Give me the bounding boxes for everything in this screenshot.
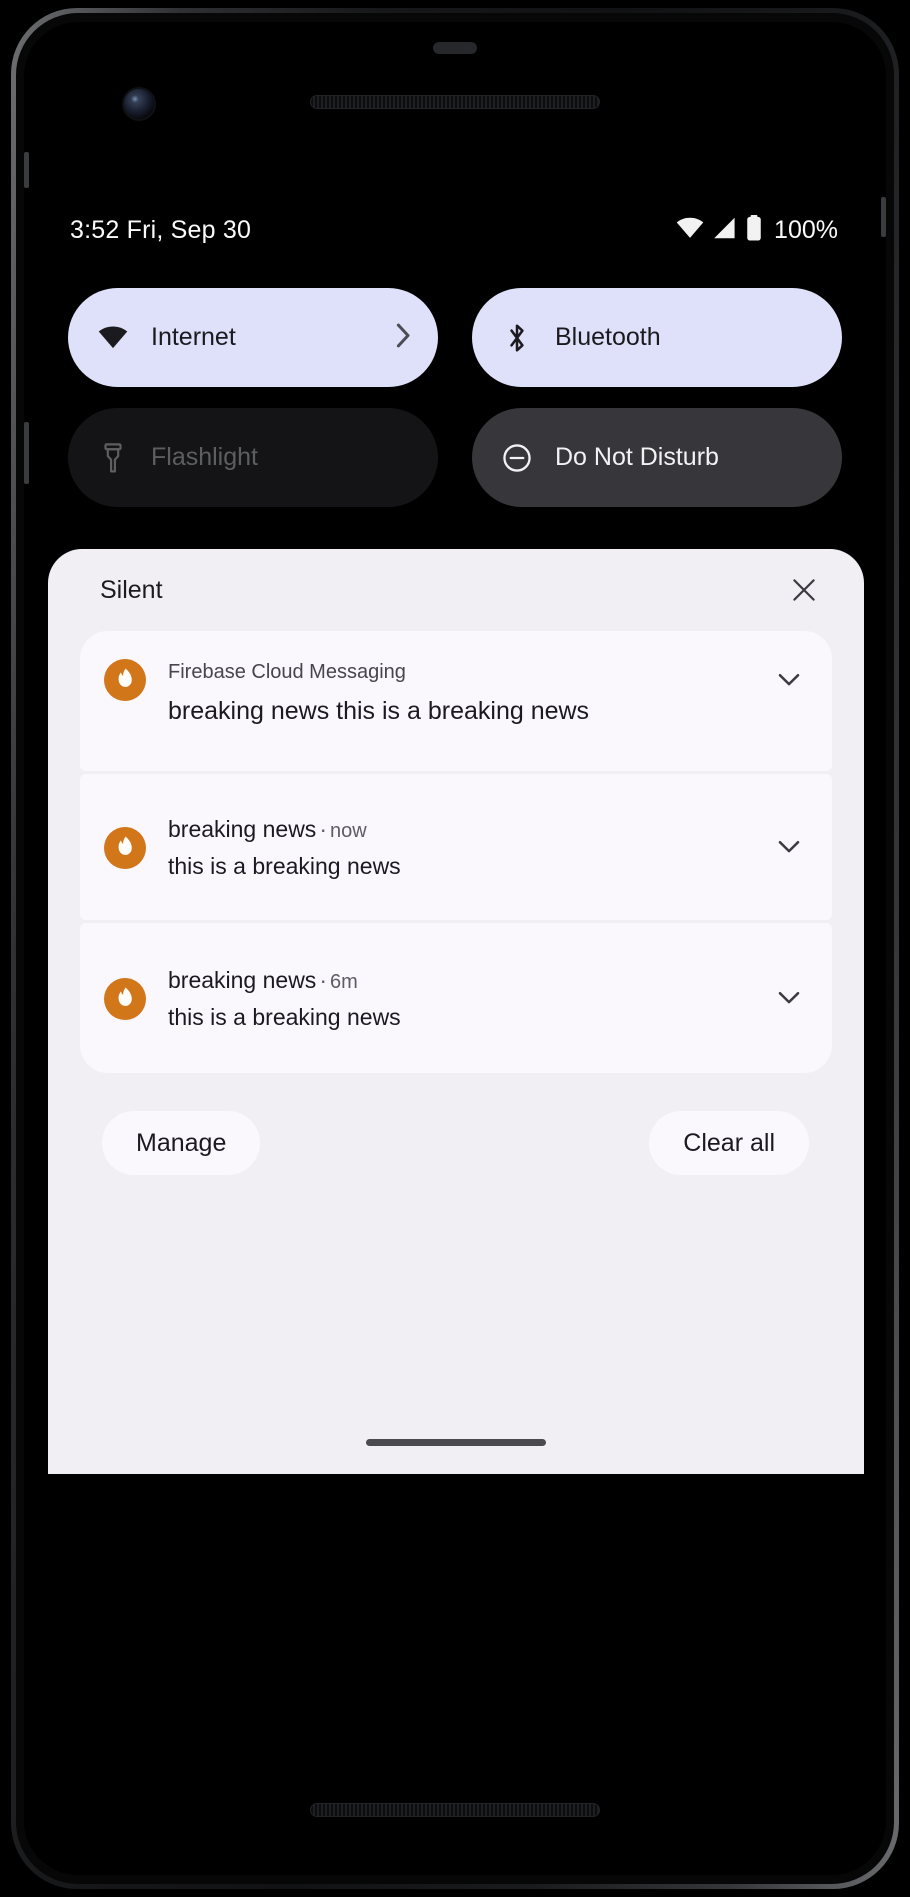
chevron-right-icon[interactable] xyxy=(396,322,412,353)
phone-bezel: 3:52 Fri, Sep 30 100% Internet Bluetooth… xyxy=(16,13,894,1884)
qs-tile-label-flashlight: Flashlight xyxy=(151,443,258,471)
notification-title-row: breaking news · now xyxy=(168,812,762,848)
notification-text: breaking news this is a breaking news xyxy=(168,697,590,725)
shade-header: Silent xyxy=(48,549,864,631)
status-bar-clock: 3:52 Fri, Sep 30 xyxy=(70,215,252,244)
notification-title-row: breaking news · 6m xyxy=(168,963,762,999)
close-icon[interactable] xyxy=(782,568,826,612)
battery-icon xyxy=(746,214,762,246)
wifi-icon xyxy=(98,323,128,353)
notification-shade-panel: Silent Firebase Cloud Messaging breaking… xyxy=(48,549,864,1474)
qs-tile-bluetooth[interactable]: Bluetooth xyxy=(472,288,842,387)
manage-button[interactable]: Manage xyxy=(102,1111,261,1175)
notification-time: now xyxy=(329,819,367,842)
notification-row-breaking-news-now[interactable]: breaking news · now this is a breaking new… xyxy=(80,774,832,920)
phone-screen: 3:52 Fri, Sep 30 100% Internet Bluetooth… xyxy=(24,22,886,1875)
bottom-speaker-grille xyxy=(310,1803,600,1817)
notification-content: breaking news · 6m this is a breaking news xyxy=(168,963,810,1034)
status-bar: 3:52 Fri, Sep 30 100% xyxy=(24,202,886,258)
notification-title: breaking news xyxy=(168,966,317,993)
signal-icon xyxy=(713,217,737,244)
top-speaker-notch xyxy=(433,42,477,54)
qs-tile-label-bluetooth: Bluetooth xyxy=(555,323,661,351)
clear-all-button[interactable]: Clear all xyxy=(649,1111,809,1175)
notification-text: this is a breaking news xyxy=(168,1003,401,1030)
phone-frame: 3:52 Fri, Sep 30 100% Internet Bluetooth… xyxy=(11,8,899,1889)
shade-action-buttons: Manage Clear all xyxy=(48,1073,864,1175)
qs-tile-label-internet: Internet xyxy=(151,323,236,351)
notification-separator: · xyxy=(319,815,327,842)
flashlight-icon xyxy=(98,442,128,473)
bluetooth-icon xyxy=(502,323,532,353)
notification-title: breaking news xyxy=(168,815,317,842)
qs-tile-label-do-not-disturb: Do Not Disturb xyxy=(555,443,719,471)
front-camera-icon xyxy=(122,87,156,121)
firebase-flame-icon xyxy=(104,659,146,701)
notification-app-name: Firebase Cloud Messaging xyxy=(168,661,406,683)
notification-list: Firebase Cloud Messaging breaking news t… xyxy=(48,631,864,1073)
notification-row-breaking-news-6m[interactable]: breaking news · 6m this is a breaking news xyxy=(80,923,832,1073)
top-hardware-strip xyxy=(24,22,886,150)
notification-text: this is a breaking news xyxy=(168,852,401,879)
status-bar-icons: 100% xyxy=(676,214,838,246)
silent-section-label: Silent xyxy=(100,575,163,604)
battery-percent-label: 100% xyxy=(774,215,838,244)
qs-tile-flashlight[interactable]: Flashlight xyxy=(68,408,438,507)
notification-row-firebase-cloud-messaging[interactable]: Firebase Cloud Messaging breaking news t… xyxy=(80,631,832,771)
notification-content: breaking news · now this is a breaking new… xyxy=(168,812,810,883)
qs-tile-do-not-disturb[interactable]: Do Not Disturb xyxy=(472,408,842,507)
do-not-disturb-icon xyxy=(502,443,532,473)
notification-content: Firebase Cloud Messaging breaking news t… xyxy=(168,657,810,731)
notification-time: 6m xyxy=(329,970,358,993)
firebase-flame-icon xyxy=(104,978,146,1020)
wifi-icon xyxy=(676,217,704,244)
chevron-down-icon[interactable] xyxy=(768,826,810,868)
notification-separator: · xyxy=(319,966,327,993)
quick-settings-tiles: Internet Bluetooth Flashlight Do Not Dis… xyxy=(24,288,886,507)
chevron-down-icon[interactable] xyxy=(768,977,810,1019)
earpiece-grille xyxy=(310,95,600,109)
chevron-down-icon[interactable] xyxy=(768,659,810,701)
home-indicator[interactable] xyxy=(366,1439,546,1446)
qs-tile-internet[interactable]: Internet xyxy=(68,288,438,387)
side-button-upper-left[interactable] xyxy=(24,152,29,188)
firebase-flame-icon xyxy=(104,827,146,869)
